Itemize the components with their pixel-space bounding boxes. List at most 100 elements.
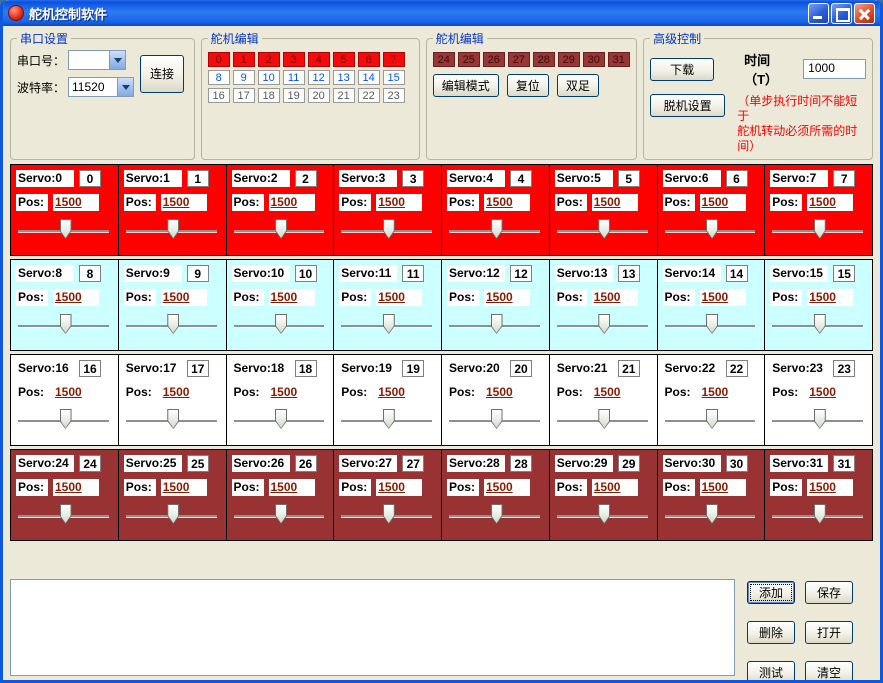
- servo-number-input-7[interactable]: 7: [833, 170, 855, 187]
- servo-slider-5[interactable]: [555, 218, 652, 242]
- servo-number-input-4[interactable]: 4: [510, 170, 532, 187]
- download-button[interactable]: 下载: [650, 58, 714, 81]
- servo-select-button-5[interactable]: 5: [333, 52, 355, 67]
- slider-thumb[interactable]: [275, 314, 287, 334]
- slider-thumb[interactable]: [491, 409, 503, 429]
- slider-thumb[interactable]: [491, 219, 503, 239]
- servo-select-button-4[interactable]: 4: [308, 52, 330, 67]
- reset-button[interactable]: 复位: [507, 74, 549, 97]
- servo-slider-7[interactable]: [770, 218, 867, 242]
- pos-value-input-29[interactable]: 1500: [592, 479, 638, 496]
- servo-number-input-1[interactable]: 1: [187, 170, 209, 187]
- minimize-button[interactable]: [808, 3, 829, 24]
- servo-number-input-20[interactable]: 20: [510, 360, 532, 377]
- slider-thumb[interactable]: [491, 504, 503, 524]
- pos-value-input-5[interactable]: 1500: [592, 194, 638, 211]
- pos-value-input-10[interactable]: 1500: [269, 289, 315, 306]
- edit-mode-button[interactable]: 编辑模式: [433, 74, 499, 97]
- servo-slider-24[interactable]: [16, 503, 113, 527]
- servo-select-button-12[interactable]: 12: [308, 70, 330, 85]
- pos-value-input-24[interactable]: 1500: [53, 479, 99, 496]
- slider-thumb[interactable]: [167, 219, 179, 239]
- pos-value-input-12[interactable]: 1500: [484, 289, 530, 306]
- pos-value-input-4[interactable]: 1500: [484, 194, 530, 211]
- servo-slider-21[interactable]: [555, 408, 652, 432]
- servo-slider-4[interactable]: [447, 218, 544, 242]
- connect-button[interactable]: 连接: [140, 55, 184, 93]
- pos-value-input-0[interactable]: 1500: [53, 194, 99, 211]
- servo-slider-6[interactable]: [663, 218, 760, 242]
- servo-slider-26[interactable]: [232, 503, 329, 527]
- save-button[interactable]: 保存: [805, 581, 853, 604]
- baud-combobox[interactable]: 11520: [68, 77, 134, 97]
- servo-select-button-0[interactable]: 0: [208, 52, 230, 67]
- pos-value-input-11[interactable]: 1500: [376, 289, 422, 306]
- pos-value-input-13[interactable]: 1500: [592, 289, 638, 306]
- title-bar[interactable]: 舵机控制软件: [3, 0, 880, 26]
- add-button[interactable]: 添加: [747, 581, 795, 604]
- servo-slider-20[interactable]: [447, 408, 544, 432]
- servo-select-button-29[interactable]: 29: [558, 52, 580, 67]
- pos-value-input-31[interactable]: 1500: [807, 479, 853, 496]
- servo-select-button-19[interactable]: 19: [283, 88, 305, 103]
- slider-thumb[interactable]: [167, 314, 179, 334]
- servo-number-input-25[interactable]: 25: [187, 455, 209, 472]
- servo-select-button-10[interactable]: 10: [258, 70, 280, 85]
- servo-slider-12[interactable]: [447, 313, 544, 337]
- slider-thumb[interactable]: [383, 409, 395, 429]
- servo-slider-28[interactable]: [447, 503, 544, 527]
- pos-value-input-1[interactable]: 1500: [161, 194, 207, 211]
- servo-slider-15[interactable]: [770, 313, 867, 337]
- slider-thumb[interactable]: [706, 219, 718, 239]
- slider-thumb[interactable]: [814, 314, 826, 334]
- slider-thumb[interactable]: [275, 504, 287, 524]
- servo-number-input-23[interactable]: 23: [833, 360, 855, 377]
- servo-select-button-13[interactable]: 13: [333, 70, 355, 85]
- pos-value-input-9[interactable]: 1500: [161, 289, 207, 306]
- servo-select-button-8[interactable]: 8: [208, 70, 230, 85]
- pos-value-input-21[interactable]: 1500: [592, 384, 638, 401]
- servo-number-input-22[interactable]: 22: [726, 360, 748, 377]
- slider-thumb[interactable]: [275, 409, 287, 429]
- servo-number-input-0[interactable]: 0: [79, 170, 101, 187]
- slider-thumb[interactable]: [383, 219, 395, 239]
- pos-value-input-8[interactable]: 1500: [53, 289, 99, 306]
- servo-number-input-27[interactable]: 27: [402, 455, 424, 472]
- servo-select-button-7[interactable]: 7: [383, 52, 405, 67]
- servo-select-button-16[interactable]: 16: [208, 88, 230, 103]
- pos-value-input-3[interactable]: 1500: [376, 194, 422, 211]
- servo-select-button-15[interactable]: 15: [383, 70, 405, 85]
- servo-select-button-30[interactable]: 30: [583, 52, 605, 67]
- servo-number-input-10[interactable]: 10: [295, 265, 317, 282]
- slider-thumb[interactable]: [60, 504, 72, 524]
- slider-thumb[interactable]: [814, 504, 826, 524]
- slider-thumb[interactable]: [706, 504, 718, 524]
- chevron-down-icon[interactable]: [117, 78, 133, 96]
- pos-value-input-17[interactable]: 1500: [161, 384, 207, 401]
- servo-slider-29[interactable]: [555, 503, 652, 527]
- servo-slider-22[interactable]: [663, 408, 760, 432]
- servo-number-input-19[interactable]: 19: [402, 360, 424, 377]
- servo-number-input-11[interactable]: 11: [402, 265, 424, 282]
- maximize-button[interactable]: [831, 3, 852, 24]
- servo-slider-13[interactable]: [555, 313, 652, 337]
- slider-thumb[interactable]: [598, 314, 610, 334]
- servo-select-button-2[interactable]: 2: [258, 52, 280, 67]
- pos-value-input-18[interactable]: 1500: [269, 384, 315, 401]
- slider-thumb[interactable]: [383, 314, 395, 334]
- pos-value-input-26[interactable]: 1500: [269, 479, 315, 496]
- servo-slider-17[interactable]: [124, 408, 221, 432]
- servo-number-input-2[interactable]: 2: [295, 170, 317, 187]
- pos-value-input-15[interactable]: 1500: [807, 289, 853, 306]
- servo-select-button-21[interactable]: 21: [333, 88, 355, 103]
- servo-number-input-29[interactable]: 29: [618, 455, 640, 472]
- slider-thumb[interactable]: [706, 409, 718, 429]
- slider-thumb[interactable]: [167, 409, 179, 429]
- slider-thumb[interactable]: [814, 219, 826, 239]
- servo-number-input-13[interactable]: 13: [618, 265, 640, 282]
- servo-slider-14[interactable]: [663, 313, 760, 337]
- slider-thumb[interactable]: [60, 219, 72, 239]
- pos-value-input-19[interactable]: 1500: [376, 384, 422, 401]
- slider-thumb[interactable]: [814, 409, 826, 429]
- servo-select-button-25[interactable]: 25: [458, 52, 480, 67]
